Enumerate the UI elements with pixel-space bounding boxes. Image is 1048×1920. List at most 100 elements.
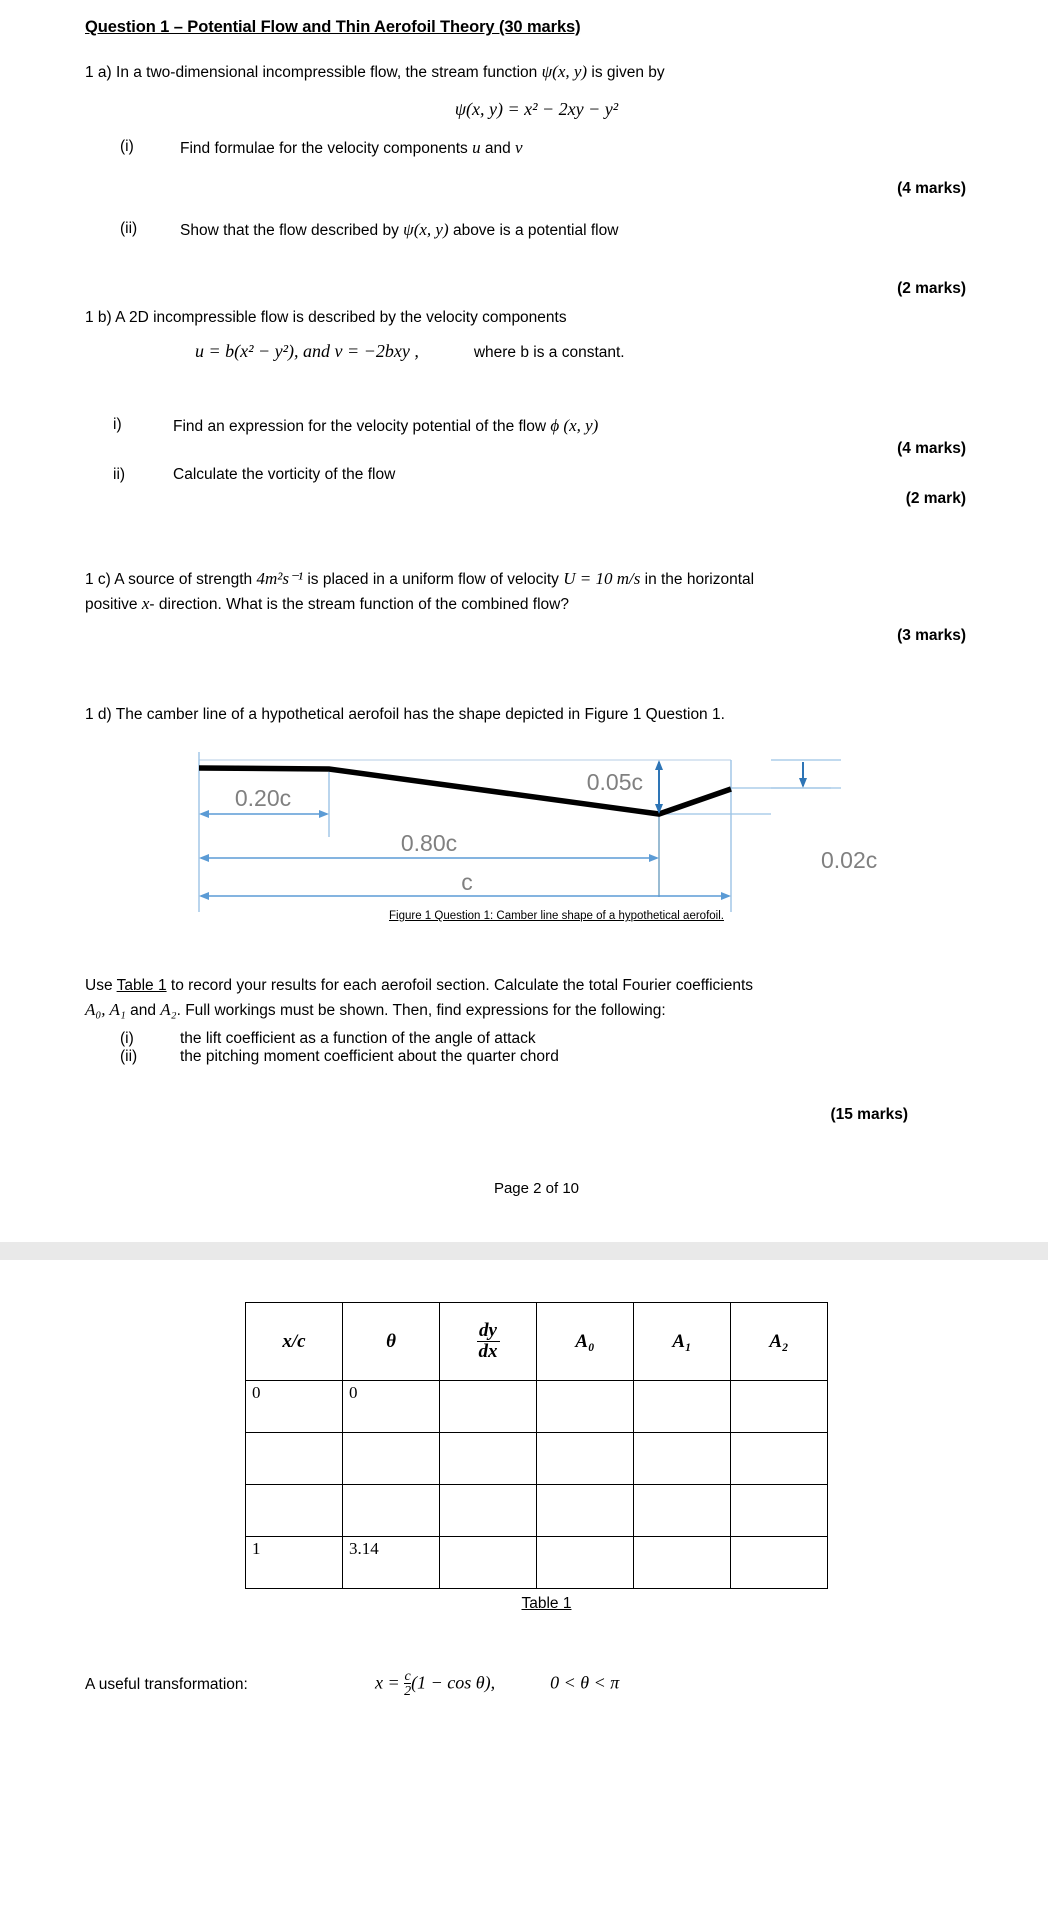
cell-dydx[interactable] xyxy=(439,1484,537,1538)
table-1-label: Table 1 xyxy=(521,1595,572,1613)
cell-theta[interactable]: 0 xyxy=(342,1380,440,1434)
part-b-item-ii-text: Calculate the vorticity of the flow xyxy=(173,465,396,483)
part-d-item-i-label: (i) xyxy=(120,1030,134,1048)
document-page-2: x/c θ dy dx A₀ A₁ A₂ 0 0 1 3.14 Table 1 … xyxy=(0,1260,1048,1709)
part-d-item-ii-text: the pitching moment coefficient about th… xyxy=(180,1048,559,1066)
dimension-020c xyxy=(199,810,329,818)
label-005c: 0.05c xyxy=(587,769,643,795)
table-row: 0 0 xyxy=(245,1380,828,1434)
fourier-coeff-a2: A₂ xyxy=(160,999,177,1019)
table-row xyxy=(245,1432,828,1486)
part-a-intro: 1 a) In a two-dimensional incompressible… xyxy=(85,59,988,85)
table-1-link[interactable]: Table 1 xyxy=(117,977,167,994)
page-footer: Page 2 of 10 xyxy=(493,1180,580,1198)
part-a-item-ii-text-pre: Show that the flow described by xyxy=(180,221,404,239)
table-header-a2: A₂ xyxy=(730,1302,828,1382)
part-a-equation-text: ψ(x, y) = x² − 2xy − y² xyxy=(454,98,619,119)
part-a-item-i-sym-v: v xyxy=(515,137,523,157)
camber-line-figure: 0.20c 0.80c c 0.05c 0.02c xyxy=(85,742,988,932)
part-b-item-ii-label: ii) xyxy=(113,465,126,483)
fourier-table: x/c θ dy dx A₀ A₁ A₂ 0 0 1 3.14 xyxy=(245,1302,828,1590)
part-b-item-ii: ii) Calculate the vorticity of the flow xyxy=(85,466,988,484)
cell-dydx[interactable] xyxy=(439,1536,537,1590)
part-d-marks: (15 marks) xyxy=(830,1106,908,1124)
part-a-item-i-text-mid: and xyxy=(480,139,516,157)
cell-a1[interactable] xyxy=(633,1380,731,1434)
cell-a0[interactable] xyxy=(536,1484,634,1538)
part-a-item-ii-marks: (2 marks) xyxy=(897,279,966,297)
camber-line-svg: 0.20c 0.80c c 0.05c 0.02c xyxy=(198,752,877,912)
part-d-body-line1: Use Table 1 to record your results for e… xyxy=(85,974,988,997)
cell-a0[interactable] xyxy=(536,1432,634,1486)
transformation-rhs: (1 − cos θ), xyxy=(411,1672,496,1693)
part-c-line2: positive x- direction. What is the strea… xyxy=(85,591,988,617)
page-title: Question 1 – Potential Flow and Thin Aer… xyxy=(85,18,581,36)
part-d-item-ii-label: (ii) xyxy=(120,1048,138,1066)
transformation-lhs: x = xyxy=(375,1672,400,1693)
cell-xc[interactable]: 1 xyxy=(245,1536,343,1590)
part-b-item-i-sym-phi: ϕ (x, y) xyxy=(550,415,599,435)
cell-a1[interactable] xyxy=(633,1536,731,1590)
table-row: 1 3.14 xyxy=(245,1536,828,1590)
part-b-item-i-label: i) xyxy=(113,415,122,433)
table-header-theta: θ xyxy=(342,1302,440,1382)
part-a-item-ii-sym-psi: ψ(x, y) xyxy=(403,219,449,239)
cell-a2[interactable] xyxy=(730,1536,828,1590)
cell-xc[interactable] xyxy=(245,1432,343,1486)
part-a-item-ii-label: (ii) xyxy=(120,219,138,237)
cell-a2[interactable] xyxy=(730,1380,828,1434)
table-header-dydx: dy dx xyxy=(439,1302,537,1382)
part-c-line1-b: is placed in a uniform flow of velocity xyxy=(303,570,564,588)
part-a-item-i-text-pre: Find formulae for the velocity component… xyxy=(180,139,473,157)
part-d-body-2: to record your results for each aerofoil… xyxy=(166,976,753,994)
part-a-stream-function-symbol: ψ(x, y) xyxy=(541,62,588,81)
part-b-item-ii-marks: (2 mark) xyxy=(905,489,966,507)
part-c-source-strength: 4m²s⁻¹ xyxy=(256,568,304,588)
cell-theta[interactable] xyxy=(342,1484,440,1538)
part-c-line1: 1 c) A source of strength 4m²s⁻¹ is plac… xyxy=(85,566,988,592)
label-080c: 0.80c xyxy=(401,830,457,856)
table-row xyxy=(245,1484,828,1538)
label-020c: 0.20c xyxy=(235,785,291,811)
cell-a2[interactable] xyxy=(730,1484,828,1538)
cell-theta[interactable]: 3.14 xyxy=(342,1536,440,1590)
label-002c: 0.02c xyxy=(821,847,877,873)
cell-dydx[interactable] xyxy=(439,1380,537,1434)
part-d-intro: 1 d) The camber line of a hypothetical a… xyxy=(85,705,725,723)
part-d-item-i-text: the lift coefficient as a function of th… xyxy=(180,1030,536,1048)
cell-xc[interactable]: 0 xyxy=(245,1380,343,1434)
transformation-equation: x = c 2 (1 − cos θ), 0 < θ < π xyxy=(375,1669,619,1698)
transformation-range: 0 < θ < π xyxy=(550,1672,620,1693)
part-a-intro-pre: 1 a) In a two-dimensional incompressible… xyxy=(85,64,542,81)
document-page-1: Question 1 – Potential Flow and Thin Aer… xyxy=(0,0,1048,1243)
part-c-line1-c: in the horizontal xyxy=(640,570,755,588)
cell-a2[interactable] xyxy=(730,1432,828,1486)
part-d-body-1: Use xyxy=(85,976,117,994)
cell-theta[interactable] xyxy=(342,1432,440,1486)
page-separator xyxy=(0,1242,1048,1261)
part-b-item-i-text-main: Find an expression for the velocity pote… xyxy=(173,417,551,435)
dimension-005c xyxy=(655,760,663,814)
part-c-line2-a: positive xyxy=(85,596,142,614)
fourier-table-wrap: x/c θ dy dx A₀ A₁ A₂ 0 0 1 3.14 xyxy=(85,1302,988,1590)
part-a-equation: ψ(x, y) = x² − 2xy − y² xyxy=(85,99,988,120)
cell-a0[interactable] xyxy=(536,1380,634,1434)
table-header-xc: x/c xyxy=(245,1302,343,1382)
fourier-coeffs-a0-a1: A₀, A₁ xyxy=(85,999,126,1019)
cell-a0[interactable] xyxy=(536,1536,634,1590)
part-d-body-3d: . Full workings must be shown. Then, fin… xyxy=(176,1001,666,1019)
cell-xc[interactable] xyxy=(245,1484,343,1538)
cell-dydx[interactable] xyxy=(439,1432,537,1486)
part-a-item-ii-text: Show that the flow described by ψ(x, y) … xyxy=(180,220,988,240)
cell-a1[interactable] xyxy=(633,1432,731,1486)
part-d-item-ii: (ii) the pitching moment coefficient abo… xyxy=(85,1048,988,1066)
part-c-velocity: U = 10 m/s xyxy=(563,568,641,588)
part-b-equation: u = b(x² − y²), and v = −2bxy , where b … xyxy=(85,341,988,362)
cell-a1[interactable] xyxy=(633,1484,731,1538)
part-a-item-i-label: (i) xyxy=(120,137,134,155)
part-a-item-ii: (ii) Show that the flow described by ψ(x… xyxy=(85,220,988,240)
part-a-item-i-marks: (4 marks) xyxy=(897,179,966,197)
part-a-item-ii-text-mid: above is a potential flow xyxy=(448,221,619,239)
part-b-equation-note: where b is a constant. xyxy=(473,343,625,361)
part-a-item-i: (i) Find formulae for the velocity compo… xyxy=(85,138,988,158)
